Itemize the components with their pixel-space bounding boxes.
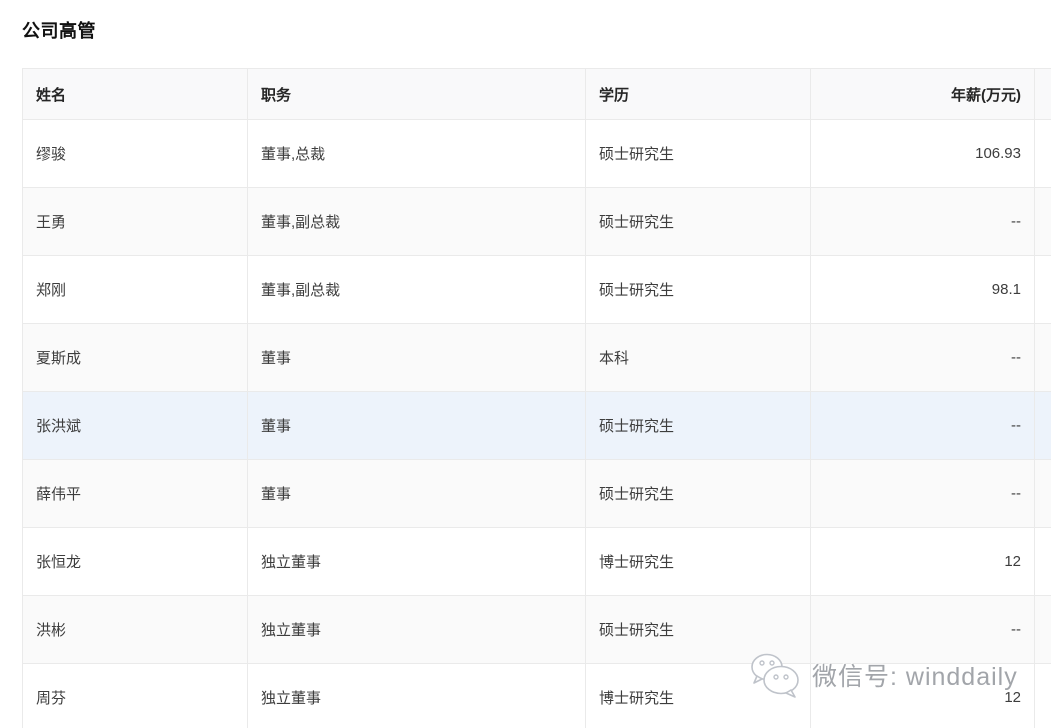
cell-salary: 98.1 bbox=[811, 256, 1035, 324]
table-row[interactable]: 夏斯成 董事 本科 -- bbox=[23, 324, 1051, 392]
cell-position: 独立董事 bbox=[248, 664, 586, 728]
cell-salary: 12 bbox=[811, 664, 1035, 728]
column-header-salary: 年薪(万元) bbox=[811, 69, 1035, 120]
cell-name: 王勇 bbox=[23, 188, 248, 256]
cell-salary: -- bbox=[811, 460, 1035, 528]
cell-name: 周芬 bbox=[23, 664, 248, 728]
page-title: 公司高管 bbox=[22, 17, 96, 43]
cell-education: 硕士研究生 bbox=[586, 392, 811, 460]
table-row[interactable]: 周芬 独立董事 博士研究生 12 bbox=[23, 664, 1051, 728]
cell-extra bbox=[1035, 528, 1051, 596]
table-row[interactable]: 缪骏 董事,总裁 硕士研究生 106.93 bbox=[23, 120, 1051, 188]
cell-salary: -- bbox=[811, 188, 1035, 256]
table-row[interactable]: 洪彬 独立董事 硕士研究生 -- bbox=[23, 596, 1051, 664]
cell-name: 郑刚 bbox=[23, 256, 248, 324]
cell-extra bbox=[1035, 324, 1051, 392]
cell-extra bbox=[1035, 120, 1051, 188]
cell-salary: 106.93 bbox=[811, 120, 1035, 188]
cell-salary: -- bbox=[811, 392, 1035, 460]
table-header-row: 姓名 职务 学历 年薪(万元) bbox=[23, 69, 1051, 120]
cell-position: 董事,总裁 bbox=[248, 120, 586, 188]
cell-position: 独立董事 bbox=[248, 528, 586, 596]
table-row[interactable]: 王勇 董事,副总裁 硕士研究生 -- bbox=[23, 188, 1051, 256]
executives-table: 姓名 职务 学历 年薪(万元) 缪骏 董事,总裁 硕士研究生 106.93 王勇… bbox=[22, 68, 1051, 728]
cell-extra bbox=[1035, 596, 1051, 664]
cell-extra bbox=[1035, 188, 1051, 256]
cell-position: 董事,副总裁 bbox=[248, 188, 586, 256]
table-row[interactable]: 薛伟平 董事 硕士研究生 -- bbox=[23, 460, 1051, 528]
table-row[interactable]: 郑刚 董事,副总裁 硕士研究生 98.1 bbox=[23, 256, 1051, 324]
cell-position: 董事 bbox=[248, 324, 586, 392]
cell-extra bbox=[1035, 392, 1051, 460]
column-header-extra bbox=[1035, 69, 1051, 120]
column-header-education: 学历 bbox=[586, 69, 811, 120]
cell-name: 洪彬 bbox=[23, 596, 248, 664]
cell-name: 张恒龙 bbox=[23, 528, 248, 596]
cell-education: 硕士研究生 bbox=[586, 256, 811, 324]
cell-position: 董事 bbox=[248, 460, 586, 528]
cell-education: 博士研究生 bbox=[586, 528, 811, 596]
cell-extra bbox=[1035, 460, 1051, 528]
cell-education: 硕士研究生 bbox=[586, 596, 811, 664]
cell-name: 薛伟平 bbox=[23, 460, 248, 528]
cell-position: 独立董事 bbox=[248, 596, 586, 664]
column-header-name: 姓名 bbox=[23, 69, 248, 120]
cell-name: 张洪斌 bbox=[23, 392, 248, 460]
cell-education: 本科 bbox=[586, 324, 811, 392]
cell-salary: 12 bbox=[811, 528, 1035, 596]
cell-name: 夏斯成 bbox=[23, 324, 248, 392]
cell-position: 董事 bbox=[248, 392, 586, 460]
cell-education: 硕士研究生 bbox=[586, 460, 811, 528]
table-row[interactable]: 张恒龙 独立董事 博士研究生 12 bbox=[23, 528, 1051, 596]
cell-education: 硕士研究生 bbox=[586, 188, 811, 256]
cell-extra bbox=[1035, 256, 1051, 324]
cell-extra bbox=[1035, 664, 1051, 728]
cell-position: 董事,副总裁 bbox=[248, 256, 586, 324]
cell-salary: -- bbox=[811, 324, 1035, 392]
cell-education: 博士研究生 bbox=[586, 664, 811, 728]
cell-salary: -- bbox=[811, 596, 1035, 664]
table-row-highlighted[interactable]: 张洪斌 董事 硕士研究生 -- bbox=[23, 392, 1051, 460]
cell-name: 缪骏 bbox=[23, 120, 248, 188]
column-header-position: 职务 bbox=[248, 69, 586, 120]
cell-education: 硕士研究生 bbox=[586, 120, 811, 188]
